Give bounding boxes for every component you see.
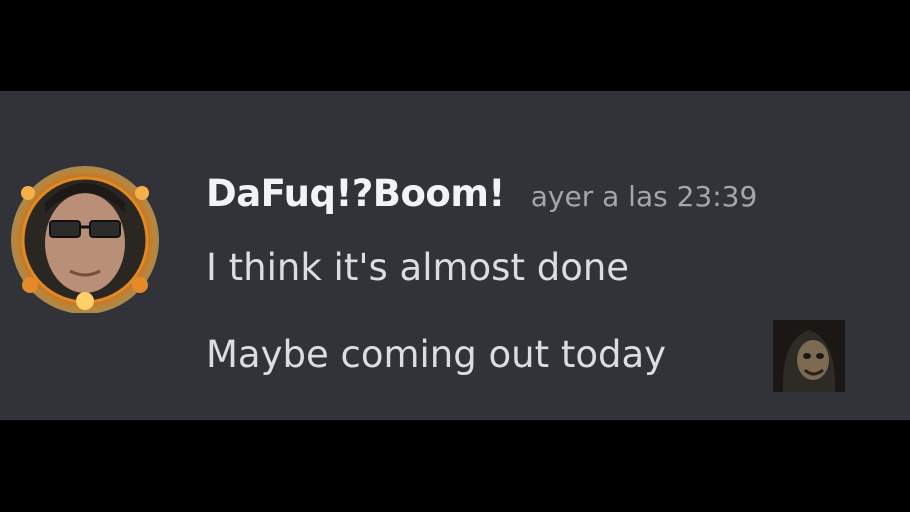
message-text-line: Maybe coming out today	[206, 333, 667, 376]
custom-emoji[interactable]	[773, 320, 845, 392]
message-text-line: I think it's almost done	[206, 246, 630, 289]
message-timestamp[interactable]: ayer a las 23:39	[531, 180, 758, 213]
username[interactable]: DaFuq!?Boom!	[206, 172, 505, 215]
avatar-image	[11, 166, 159, 313]
user-avatar[interactable]	[8, 163, 162, 313]
message-header: DaFuq!?Boom! ayer a las 23:39	[206, 172, 757, 215]
emoji-image	[773, 320, 845, 392]
